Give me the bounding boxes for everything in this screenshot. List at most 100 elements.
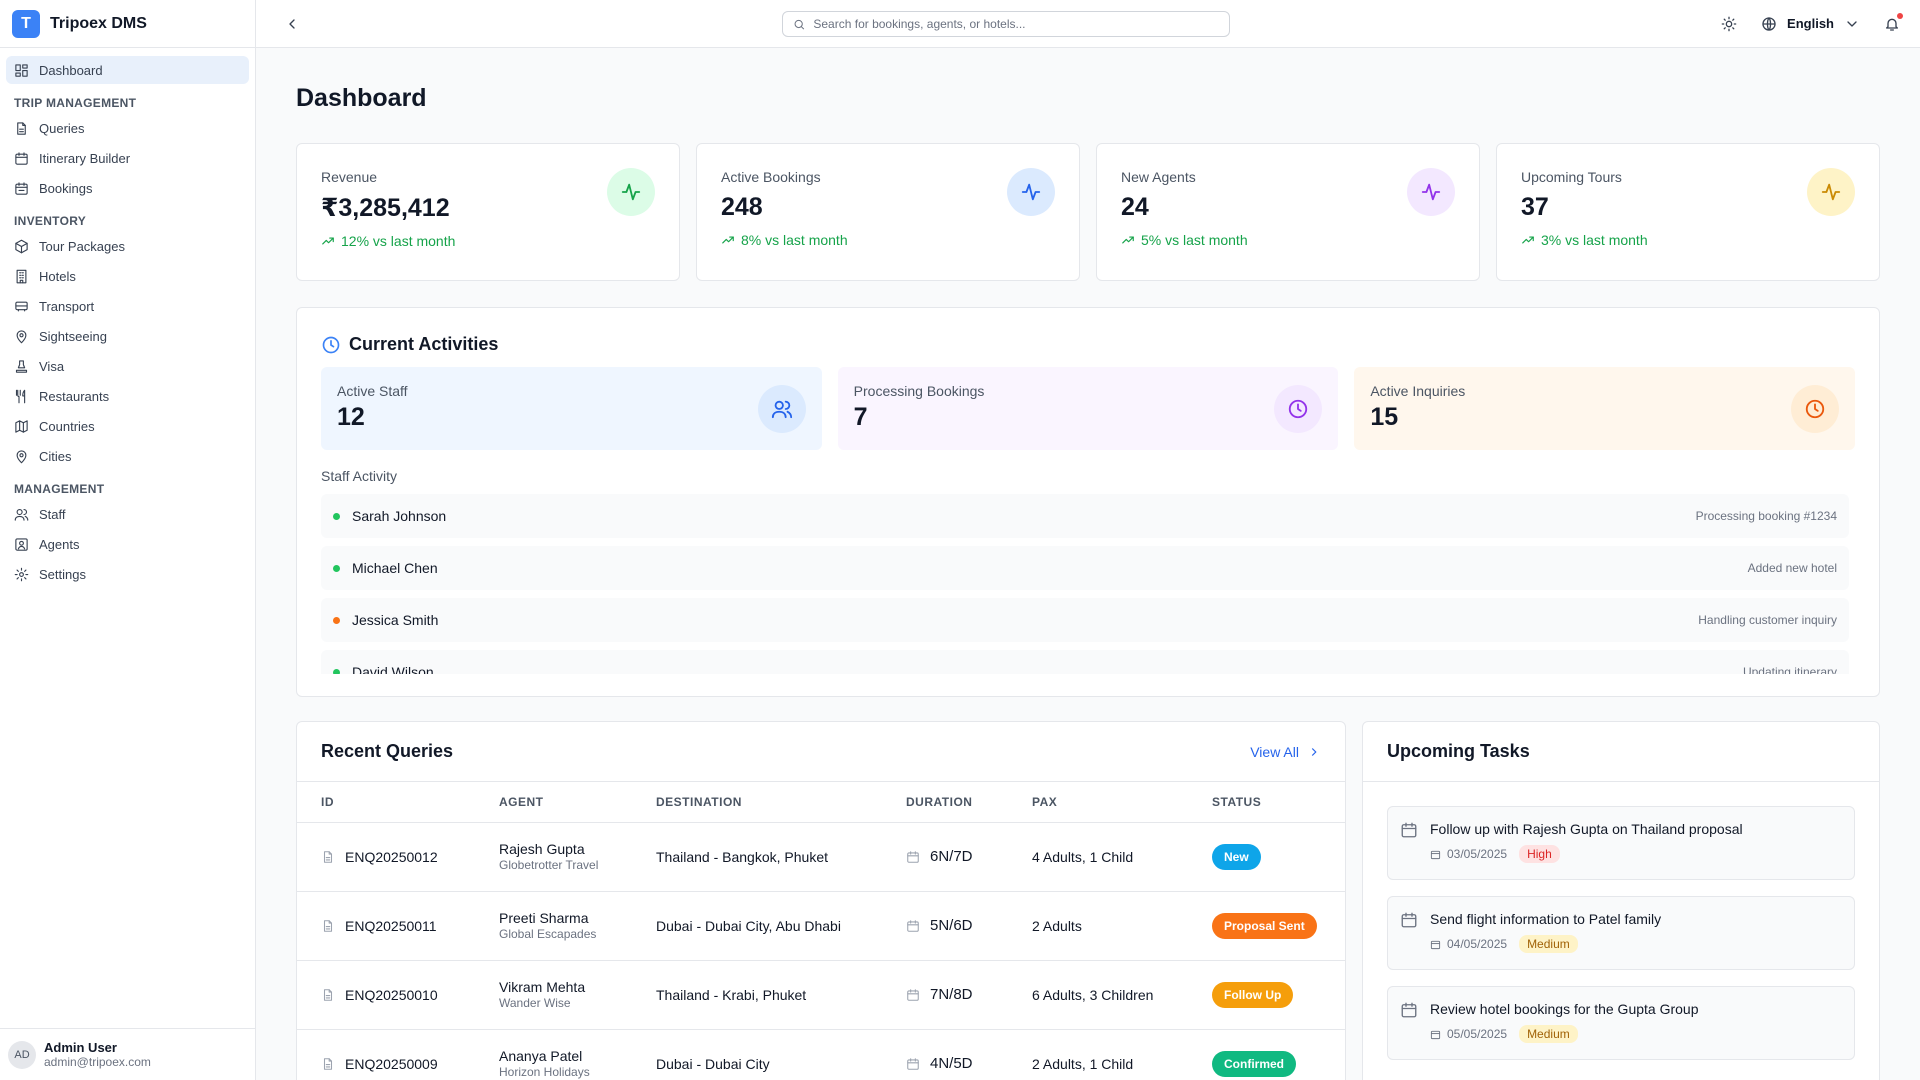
destination: Dubai - Dubai City, Abu Dhabi — [632, 890, 882, 960]
sidebar-item-transport[interactable]: Transport — [6, 292, 249, 320]
stamp-icon — [15, 359, 28, 373]
task-item[interactable]: Review hotel bookings for the Gupta Grou… — [1387, 986, 1855, 1060]
task-title: Follow up with Rajesh Gupta on Thailand … — [1430, 821, 1743, 837]
trending-up-icon — [1522, 236, 1534, 244]
stat-label: New Agents — [1121, 169, 1196, 185]
activity-card-label: Active Inquiries — [1370, 383, 1466, 399]
table-row[interactable]: ENQ20250009 Ananya Patel Horizon Holidays… — [297, 1028, 1345, 1080]
stat-change: 3% vs last month — [1521, 232, 1855, 248]
query-id[interactable]: ENQ20250010 — [345, 987, 438, 1003]
activity-card-label: Processing Bookings — [853, 383, 985, 399]
staff-name: Sarah Johnson — [352, 508, 447, 524]
language-selector[interactable]: English — [1761, 16, 1860, 32]
section-management: MANAGEMENT — [14, 482, 105, 496]
sidebar-item-sightseeing[interactable]: Sightseeing — [6, 322, 249, 350]
stat-card-upcoming-tours: Upcoming Tours 37 3% vs last month — [1496, 143, 1880, 281]
sidebar-item-countries[interactable]: Countries — [6, 412, 249, 440]
column-header[interactable]: PAX — [1008, 782, 1188, 822]
activity-card-processing-bookings: Processing Bookings 7 — [837, 367, 1339, 450]
staff-activity-heading: Staff Activity — [321, 468, 397, 484]
sidebar-item-visa[interactable]: Visa — [6, 352, 249, 380]
user-profile[interactable]: AD Admin User admin@tripoex.com — [0, 1028, 255, 1080]
notification-dot — [1897, 12, 1903, 19]
column-header[interactable]: ID — [297, 782, 475, 822]
activity-card-value: 7 — [853, 403, 868, 431]
view-all-label: View All — [1250, 743, 1299, 760]
sidebar-item-cities[interactable]: Cities — [6, 442, 249, 470]
globe-icon — [1762, 16, 1776, 31]
building-icon — [16, 269, 27, 283]
collapse-sidebar-button[interactable] — [280, 12, 304, 36]
activity-icon — [1807, 168, 1855, 216]
column-header[interactable]: STATUS — [1188, 782, 1345, 822]
status-badge: Proposal Sent — [1212, 912, 1317, 939]
trending-up-icon — [722, 236, 734, 244]
stat-change: 8% vs last month — [721, 232, 1055, 248]
activity-card-value: 15 — [1370, 403, 1399, 431]
task-item[interactable]: Send flight information to Patel family … — [1387, 896, 1855, 970]
task-item[interactable]: Follow up with Rajesh Gupta on Thailand … — [1387, 806, 1855, 880]
query-id[interactable]: ENQ20250009 — [345, 1056, 438, 1072]
agent-name: Vikram Mehta — [499, 979, 586, 995]
sidebar-item-bookings[interactable]: Bookings — [6, 174, 249, 202]
sidebar-item-label: Sightseeing — [39, 328, 107, 344]
utensils-icon — [15, 389, 26, 403]
destination: Thailand - Krabi, Phuket — [632, 959, 882, 1029]
language-label: English — [1787, 16, 1834, 31]
calendar-icon — [1401, 912, 1417, 928]
file-icon — [323, 988, 333, 1001]
query-id[interactable]: ENQ20250011 — [345, 918, 437, 934]
recent-queries-panel: Recent Queries View All ID AGENT DESTINA… — [296, 721, 1346, 1080]
staff-activity-list[interactable]: Sarah Johnson Processing booking #1234 M… — [321, 494, 1855, 674]
search-input[interactable] — [813, 17, 1219, 31]
gear-icon — [14, 567, 29, 581]
agent-company: Globetrotter Travel — [499, 858, 599, 872]
status-badge: Confirmed — [1212, 1050, 1296, 1077]
sidebar: T Tripoex DMS Dashboard TRIP MANAGEMENT … — [0, 0, 256, 1080]
query-id[interactable]: ENQ20250012 — [345, 849, 438, 865]
task-date: 03/05/2025 — [1447, 847, 1508, 861]
column-header[interactable]: AGENT — [475, 782, 632, 822]
sidebar-item-agents[interactable]: Agents — [6, 530, 249, 558]
current-activities-panel: Current Activities Active Staff 12 Proce… — [296, 307, 1880, 697]
sidebar-item-itinerary-builder[interactable]: Itinerary Builder — [6, 144, 249, 172]
table-row[interactable]: ENQ20250012 Rajesh Gupta Globetrotter Tra… — [297, 821, 1345, 891]
stats-row: Revenue ₹3,285,412 12% vs last month Act… — [296, 143, 1880, 281]
table-row[interactable]: ENQ20250011 Preeti Sharma Global Escapade… — [297, 890, 1345, 960]
table-row[interactable]: ENQ20250010 Vikram Mehta Wander Wise Thai… — [297, 959, 1345, 1029]
column-header[interactable]: DESTINATION — [632, 782, 882, 822]
activity-icon — [1007, 168, 1055, 216]
calendar-icon — [1430, 850, 1441, 859]
calendar-icon — [1430, 940, 1441, 949]
bus-icon — [15, 301, 28, 311]
sidebar-item-dashboard[interactable]: Dashboard — [6, 56, 249, 84]
tasks-title: Upcoming Tasks — [1387, 741, 1530, 761]
activities-title: Current Activities — [349, 334, 499, 354]
sidebar-item-restaurants[interactable]: Restaurants — [6, 382, 249, 410]
sidebar-item-hotels[interactable]: Hotels — [6, 262, 249, 290]
sidebar-item-staff[interactable]: Staff — [6, 500, 249, 528]
brand[interactable]: T Tripoex DMS — [0, 0, 255, 48]
stat-change: 12% vs last month — [321, 233, 655, 249]
map-icon — [15, 419, 28, 433]
stat-label: Revenue — [321, 169, 378, 185]
duration: 5N/6D — [930, 917, 973, 934]
trending-up-icon — [322, 237, 334, 245]
column-header[interactable]: DURATION — [882, 782, 1008, 822]
trending-up-icon — [1122, 236, 1134, 244]
stat-value: 24 — [1121, 193, 1149, 221]
theme-toggle-button[interactable] — [1717, 12, 1741, 36]
queries-title: Recent Queries — [321, 741, 454, 761]
stat-change-text: 12% vs last month — [341, 233, 456, 249]
sidebar-item-label: Tour Packages — [39, 238, 125, 254]
sidebar-item-tour-packages[interactable]: Tour Packages — [6, 232, 249, 260]
stat-change-text: 3% vs last month — [1541, 232, 1648, 248]
duration: 7N/8D — [930, 986, 973, 1003]
sidebar-item-settings[interactable]: Settings — [6, 560, 249, 588]
calendar-icon — [907, 1057, 919, 1070]
view-all-link[interactable]: View All — [1250, 744, 1321, 760]
agent-name: Rajesh Gupta — [499, 841, 585, 857]
calendar-icon — [1401, 1002, 1417, 1018]
sidebar-item-queries[interactable]: Queries — [6, 114, 249, 142]
notifications-button[interactable] — [1880, 12, 1904, 36]
